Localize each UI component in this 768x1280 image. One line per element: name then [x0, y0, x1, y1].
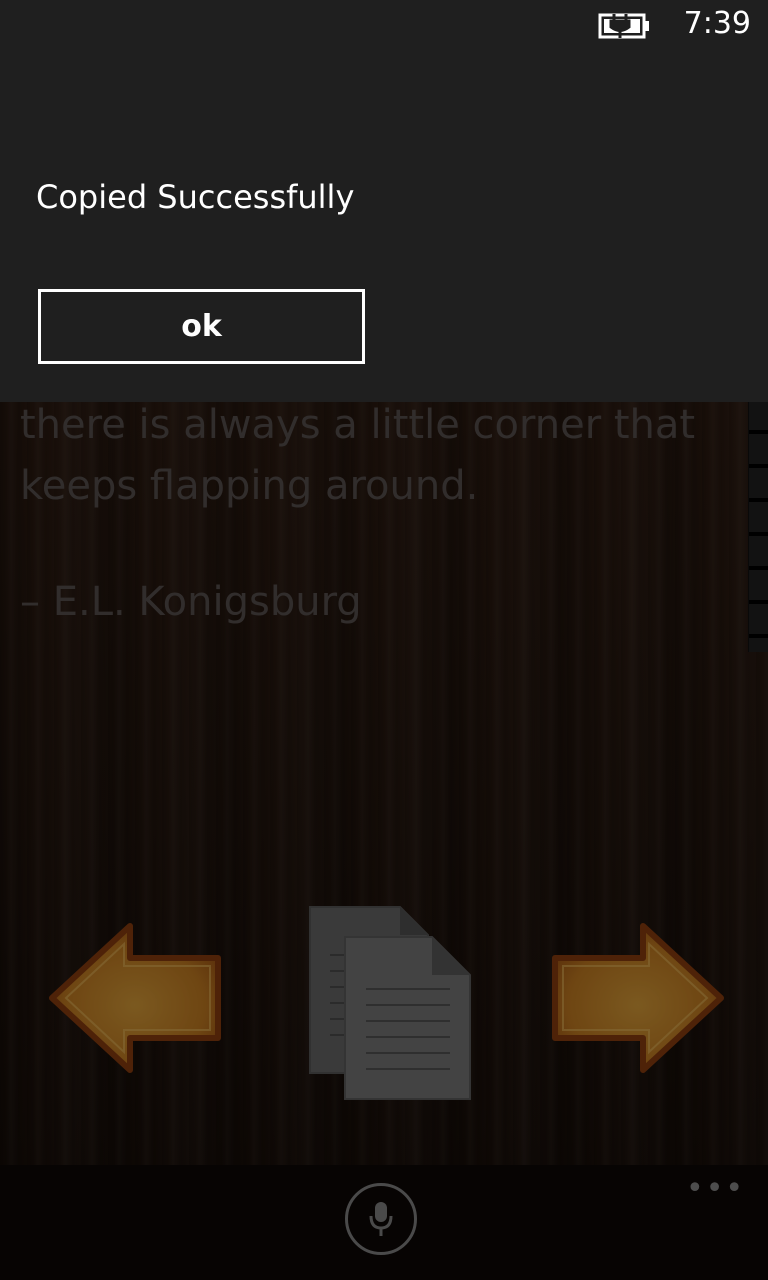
- battery-charging-icon: [598, 12, 650, 44]
- dialog-message: Copied Successfully: [36, 178, 355, 216]
- ok-button[interactable]: ok: [38, 289, 365, 364]
- microphone-button[interactable]: [345, 1183, 417, 1255]
- status-time: 7:39: [683, 6, 751, 41]
- message-dialog: 7:39 Copied Successfully ok: [0, 0, 768, 402]
- microphone-icon: [369, 1202, 393, 1236]
- more-options-button[interactable]: •••: [686, 1174, 743, 1204]
